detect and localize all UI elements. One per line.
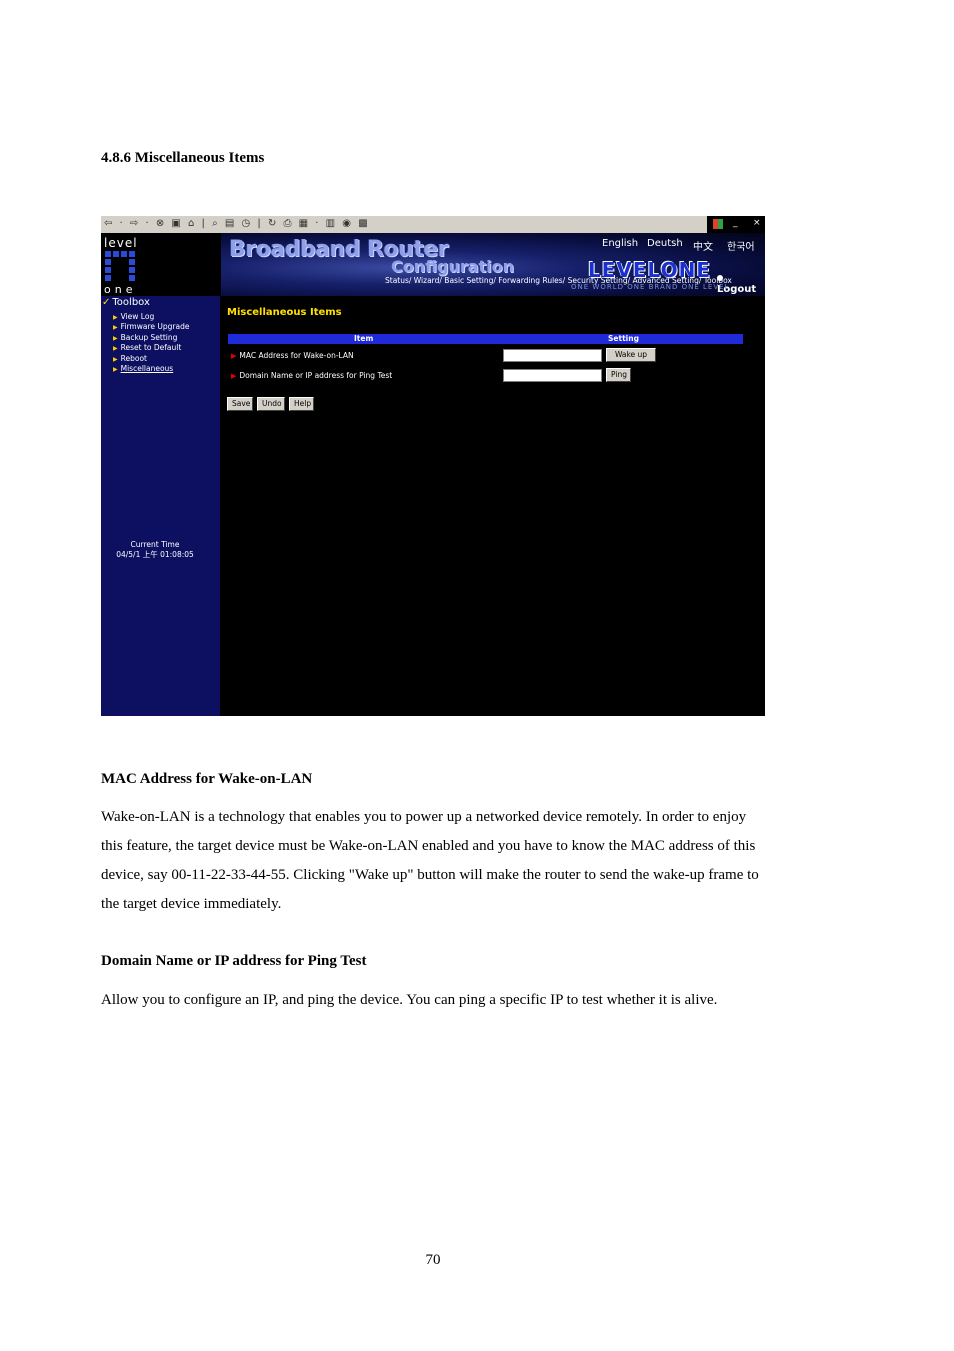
logo-grid-icon — [105, 251, 141, 283]
logo-level-text: level — [104, 236, 138, 250]
check-icon: ✓ — [102, 297, 111, 308]
wake-on-lan-paragraph: Wake-on-LAN is a technology that enables… — [101, 809, 759, 912]
section-heading: 4.8.6 Miscellaneous Items — [101, 150, 265, 166]
page-number: 70 — [425, 1252, 441, 1268]
sidebar-item-view-log[interactable]: View Log — [113, 312, 189, 322]
lang-english[interactable]: English — [602, 238, 638, 249]
sidebar: ✓Toolbox View Log Firmware Upgrade Backu… — [101, 296, 220, 716]
ping-test-heading: Domain Name or IP address for Ping Test — [101, 953, 367, 969]
page-title: Miscellaneous Items — [227, 307, 342, 318]
sidebar-item-label: Miscellaneous — [120, 363, 174, 373]
current-time-value: 04/5/1 上午 01:08:05 — [116, 550, 194, 559]
sidebar-item-miscellaneous[interactable]: Miscellaneous — [113, 364, 189, 374]
save-button[interactable]: Save — [227, 397, 253, 411]
banner-tagline: ONE WORLD ONE BRAND ONE LEVEL — [571, 283, 730, 291]
column-item: Item — [354, 334, 374, 343]
current-time-label: Current Time — [130, 540, 180, 549]
level-one-logo: level one — [101, 233, 221, 296]
sidebar-item-label: Reset to Default — [120, 343, 182, 353]
windows-logo-icon — [713, 219, 723, 229]
close-icon[interactable]: × — [753, 218, 761, 228]
sidebar-item-firmware-upgrade[interactable]: Firmware Upgrade — [113, 322, 190, 332]
logo-one-text: one — [104, 283, 137, 296]
sidebar-item-label: Backup Setting — [120, 332, 178, 342]
wake-on-lan-heading: MAC Address for Wake-on-LAN — [101, 771, 313, 787]
wake-up-button[interactable]: Wake up — [606, 348, 656, 362]
sidebar-item-label: View Log — [120, 312, 155, 321]
minimize-icon[interactable]: _ — [733, 218, 738, 228]
main-panel: Miscellaneous Items Item Setting MAC Add… — [220, 296, 765, 716]
router-screenshot: ⇦ · ⇨ · ⊗ ▣ ⌂ | ⌕ ▤ ◷ | ↻ ⎙ ▦ · ▥ ◉ ▩ _ … — [101, 216, 765, 716]
lang-deutsh[interactable]: Deutsh — [647, 238, 683, 249]
help-button[interactable]: Help — [289, 397, 314, 411]
sidebar-item-backup-setting[interactable]: Backup Setting — [113, 333, 189, 343]
sidebar-item-reboot[interactable]: Reboot — [113, 354, 189, 364]
table-header: Item Setting — [228, 334, 743, 344]
column-setting: Setting — [608, 334, 639, 343]
lang-chinese[interactable]: 中文 — [693, 238, 713, 253]
row-ping-test-label: Domain Name or IP address for Ping Test — [231, 371, 392, 380]
browser-toolbar: ⇦ · ⇨ · ⊗ ▣ ⌂ | ⌕ ▤ ◷ | ↻ ⎙ ▦ · ▥ ◉ ▩ _ … — [101, 216, 765, 234]
ping-host-input[interactable] — [503, 369, 602, 382]
undo-button[interactable]: Undo — [257, 397, 285, 411]
ping-test-paragraph: Allow you to configure an IP, and ping t… — [101, 992, 718, 1008]
window-controls: _ × — [707, 216, 765, 233]
lang-korean[interactable]: 한국어 — [727, 238, 755, 253]
sidebar-item-reset-to-default[interactable]: Reset to Default — [113, 343, 189, 353]
sidebar-title[interactable]: ✓ Toolbox — [102, 297, 150, 308]
current-time: Current Time 04/5/1 上午 01:08:05 — [101, 540, 209, 560]
banner-subtitle: Configuration — [391, 257, 515, 276]
sidebar-title-label: Toolbox — [112, 297, 150, 308]
mac-address-input[interactable] — [503, 349, 602, 362]
sidebar-menu: View Log Firmware Upgrade Backup Setting… — [113, 312, 190, 374]
router-banner: level one Broadband Router Configuration… — [101, 233, 765, 296]
toolbar-icons[interactable]: ⇦ · ⇨ · ⊗ ▣ ⌂ | ⌕ ▤ ◷ | ↻ ⎙ ▦ · ▥ ◉ ▩ — [104, 218, 370, 229]
sidebar-item-label: Reboot — [120, 353, 147, 363]
ping-button[interactable]: Ping — [606, 368, 631, 382]
sidebar-item-label: Firmware Upgrade — [120, 322, 190, 332]
row-wake-on-lan-label: MAC Address for Wake-on-LAN — [231, 351, 353, 360]
